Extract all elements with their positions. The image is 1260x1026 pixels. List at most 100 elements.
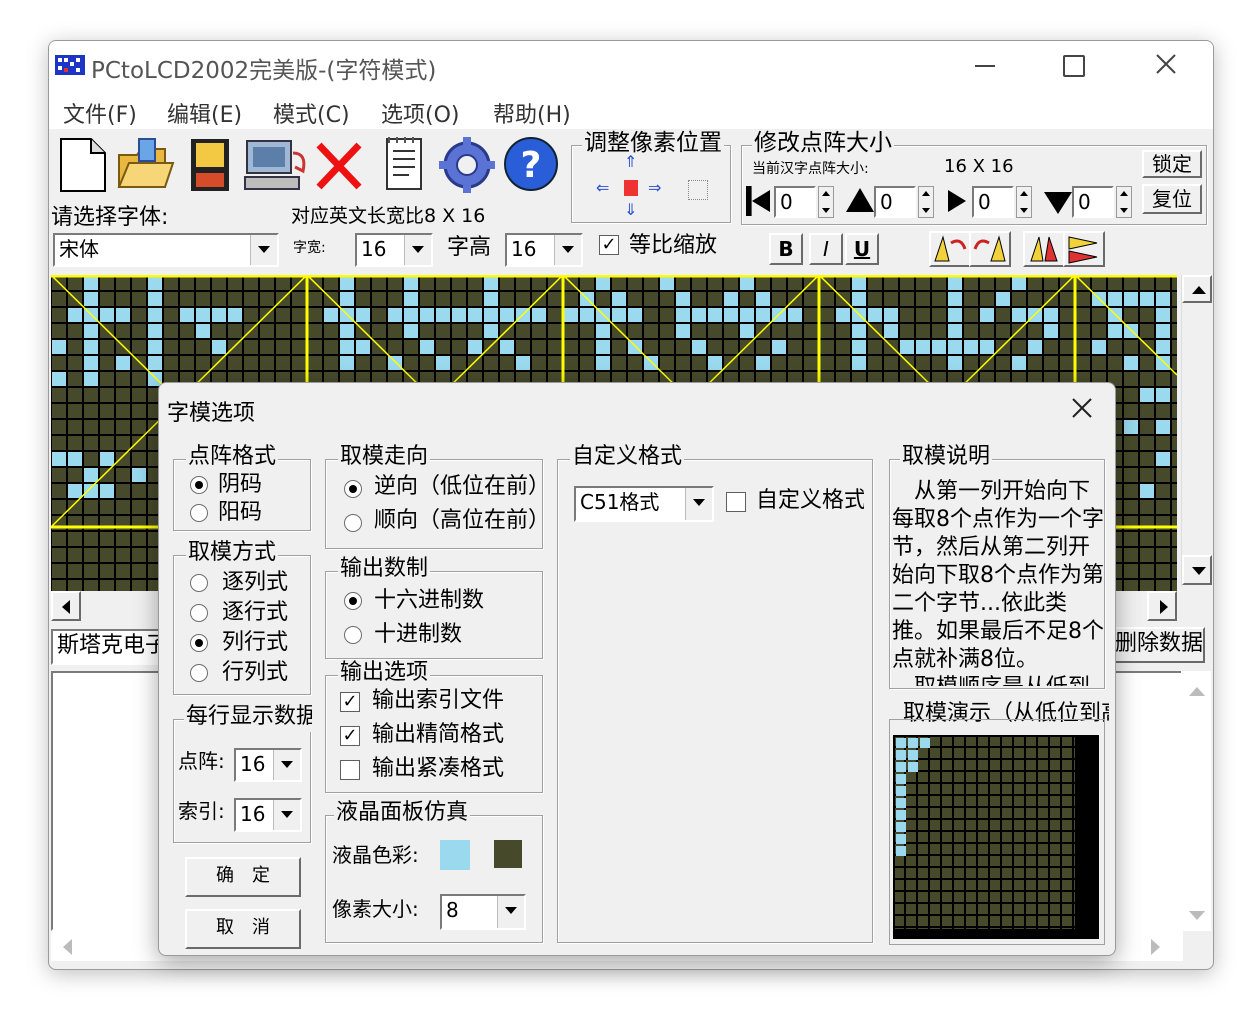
bold-button[interactable]: B xyxy=(769,233,803,265)
ok-button[interactable]: 确 定 xyxy=(185,857,301,897)
chevron-down-icon[interactable] xyxy=(685,488,712,520)
chevron-down-icon[interactable] xyxy=(273,800,300,830)
shift-up-icon[interactable] xyxy=(846,188,874,212)
chevron-down-icon[interactable] xyxy=(554,235,581,265)
lcd-on-color-swatch[interactable] xyxy=(440,840,470,870)
width-select[interactable]: 16 xyxy=(355,233,433,267)
crosshair-icon[interactable] xyxy=(688,180,708,200)
center-icon[interactable] xyxy=(624,180,638,196)
title-bar[interactable]: PCtoLCD2002完美版-(字符模式) xyxy=(49,41,1213,89)
chevron-left-icon[interactable] xyxy=(63,939,72,955)
compact-format-checkbox[interactable]: ✓ xyxy=(340,726,360,746)
tight-format-label-clip: 输出紧凑格式 xyxy=(372,756,506,786)
canvas-vscrollbar[interactable] xyxy=(1181,275,1212,587)
hex-radio[interactable] xyxy=(344,592,362,610)
rotate-right-button[interactable] xyxy=(969,231,1011,267)
output-vscrollbar[interactable] xyxy=(1181,671,1211,931)
menu-help[interactable]: 帮助(H) xyxy=(493,97,571,129)
row-column-mode-radio[interactable] xyxy=(190,664,208,682)
dialog-close-button[interactable] xyxy=(1067,393,1097,423)
offset-right-input[interactable]: 0 xyxy=(972,186,1014,218)
offset-up-input[interactable]: 0 xyxy=(874,186,916,218)
scroll-down-button[interactable] xyxy=(1182,555,1212,585)
height-select[interactable]: 16 xyxy=(505,233,583,267)
maximize-button[interactable] xyxy=(1059,51,1089,79)
notes-button[interactable] xyxy=(377,133,433,195)
chevron-down-icon[interactable] xyxy=(404,235,431,265)
help-button[interactable]: ? xyxy=(501,133,558,195)
index-per-line-select[interactable]: 16 xyxy=(234,798,302,832)
lock-button[interactable]: 锁定 xyxy=(1142,150,1202,178)
forward-direction-label: 顺向（高位在前） xyxy=(374,508,542,533)
offset-up-spinner[interactable] xyxy=(918,186,934,218)
open-file-button[interactable] xyxy=(115,133,175,195)
chevron-up-icon[interactable] xyxy=(1189,687,1205,696)
move-down-icon[interactable]: ⇓ xyxy=(624,202,640,218)
reverse-direction-radio[interactable] xyxy=(344,480,362,498)
scroll-up-button[interactable] xyxy=(1182,275,1212,303)
column-mode-radio[interactable] xyxy=(190,574,208,592)
app-icon xyxy=(55,53,85,77)
generate-button[interactable] xyxy=(241,133,311,195)
scroll-right-button[interactable] xyxy=(1147,591,1177,621)
flip-vertical-button[interactable] xyxy=(1063,231,1105,267)
lcd-off-color-swatch[interactable] xyxy=(494,840,522,868)
cancel-button[interactable]: 取 消 xyxy=(185,909,301,949)
format-select[interactable]: C51格式 xyxy=(574,486,714,522)
offset-down-input[interactable]: 0 xyxy=(1072,186,1114,218)
offset-left-spinner[interactable] xyxy=(818,186,834,218)
dot-per-line-value: 16 xyxy=(240,752,266,776)
dialog-title: 字模选项 xyxy=(167,401,256,426)
italic-button[interactable]: I xyxy=(809,233,843,265)
row-mode-radio[interactable] xyxy=(190,604,208,622)
tight-format-checkbox[interactable] xyxy=(340,760,360,780)
column-row-mode-radio[interactable] xyxy=(190,634,208,652)
offset-down-spinner[interactable] xyxy=(1116,186,1132,218)
scroll-left-button[interactable] xyxy=(51,591,81,621)
shift-down-icon[interactable] xyxy=(1044,192,1072,214)
settings-button[interactable] xyxy=(437,133,495,195)
custom-format-checkbox[interactable] xyxy=(726,492,746,512)
chevron-down-icon[interactable] xyxy=(497,896,524,928)
chevron-down-icon[interactable] xyxy=(273,750,300,780)
notepad-icon xyxy=(386,137,422,190)
chevron-down-icon[interactable] xyxy=(1189,911,1205,920)
index-file-checkbox[interactable]: ✓ xyxy=(340,692,360,712)
dot-per-line-select[interactable]: 16 xyxy=(234,748,302,782)
pixel-size-select[interactable]: 8 xyxy=(440,894,526,930)
offset-right-spinner[interactable] xyxy=(1016,186,1032,218)
decimal-radio[interactable] xyxy=(344,626,362,644)
close-button[interactable] xyxy=(1151,49,1181,79)
flip-horizontal-button[interactable] xyxy=(1023,231,1065,267)
lcd-sim-title: 液晶面板仿真 xyxy=(334,800,471,826)
computer-icon xyxy=(244,140,306,190)
delete-button[interactable] xyxy=(311,133,367,195)
chevron-down-icon[interactable] xyxy=(250,235,277,265)
new-file-button[interactable] xyxy=(55,133,111,195)
reset-button[interactable]: 复位 xyxy=(1142,184,1202,214)
menu-options[interactable]: 选项(O) xyxy=(381,97,459,129)
shift-right-icon[interactable] xyxy=(948,190,966,212)
positive-code-radio[interactable] xyxy=(190,504,208,522)
proportional-checkbox[interactable]: ✓ xyxy=(599,235,619,255)
chevron-right-icon[interactable] xyxy=(1151,939,1160,955)
negative-code-radio[interactable] xyxy=(190,476,208,494)
minimize-button[interactable] xyxy=(971,51,1001,79)
direction-title: 取模走向 xyxy=(338,444,431,470)
move-right-icon[interactable]: ⇒ xyxy=(648,180,668,196)
rotate-left-button[interactable] xyxy=(929,231,971,267)
delete-data-button[interactable]: 删除数据 xyxy=(1113,627,1205,663)
current-size-label: 当前汉字点阵大小: xyxy=(752,161,869,177)
move-left-icon[interactable]: ⇐ xyxy=(596,180,616,196)
offset-left-input[interactable]: 0 xyxy=(774,186,816,218)
underline-button[interactable]: U xyxy=(845,233,879,265)
index-per-line-label: 索引: xyxy=(178,799,225,823)
menu-edit[interactable]: 编辑(E) xyxy=(167,97,242,129)
save-button[interactable] xyxy=(181,133,237,195)
move-up-icon[interactable]: ⇑ xyxy=(624,154,640,170)
format-select-value: C51格式 xyxy=(580,490,660,514)
menu-file[interactable]: 文件(F) xyxy=(63,97,137,129)
font-select[interactable]: 宋体 xyxy=(53,233,279,267)
forward-direction-radio[interactable] xyxy=(344,514,362,532)
menu-mode[interactable]: 模式(C) xyxy=(273,97,350,129)
